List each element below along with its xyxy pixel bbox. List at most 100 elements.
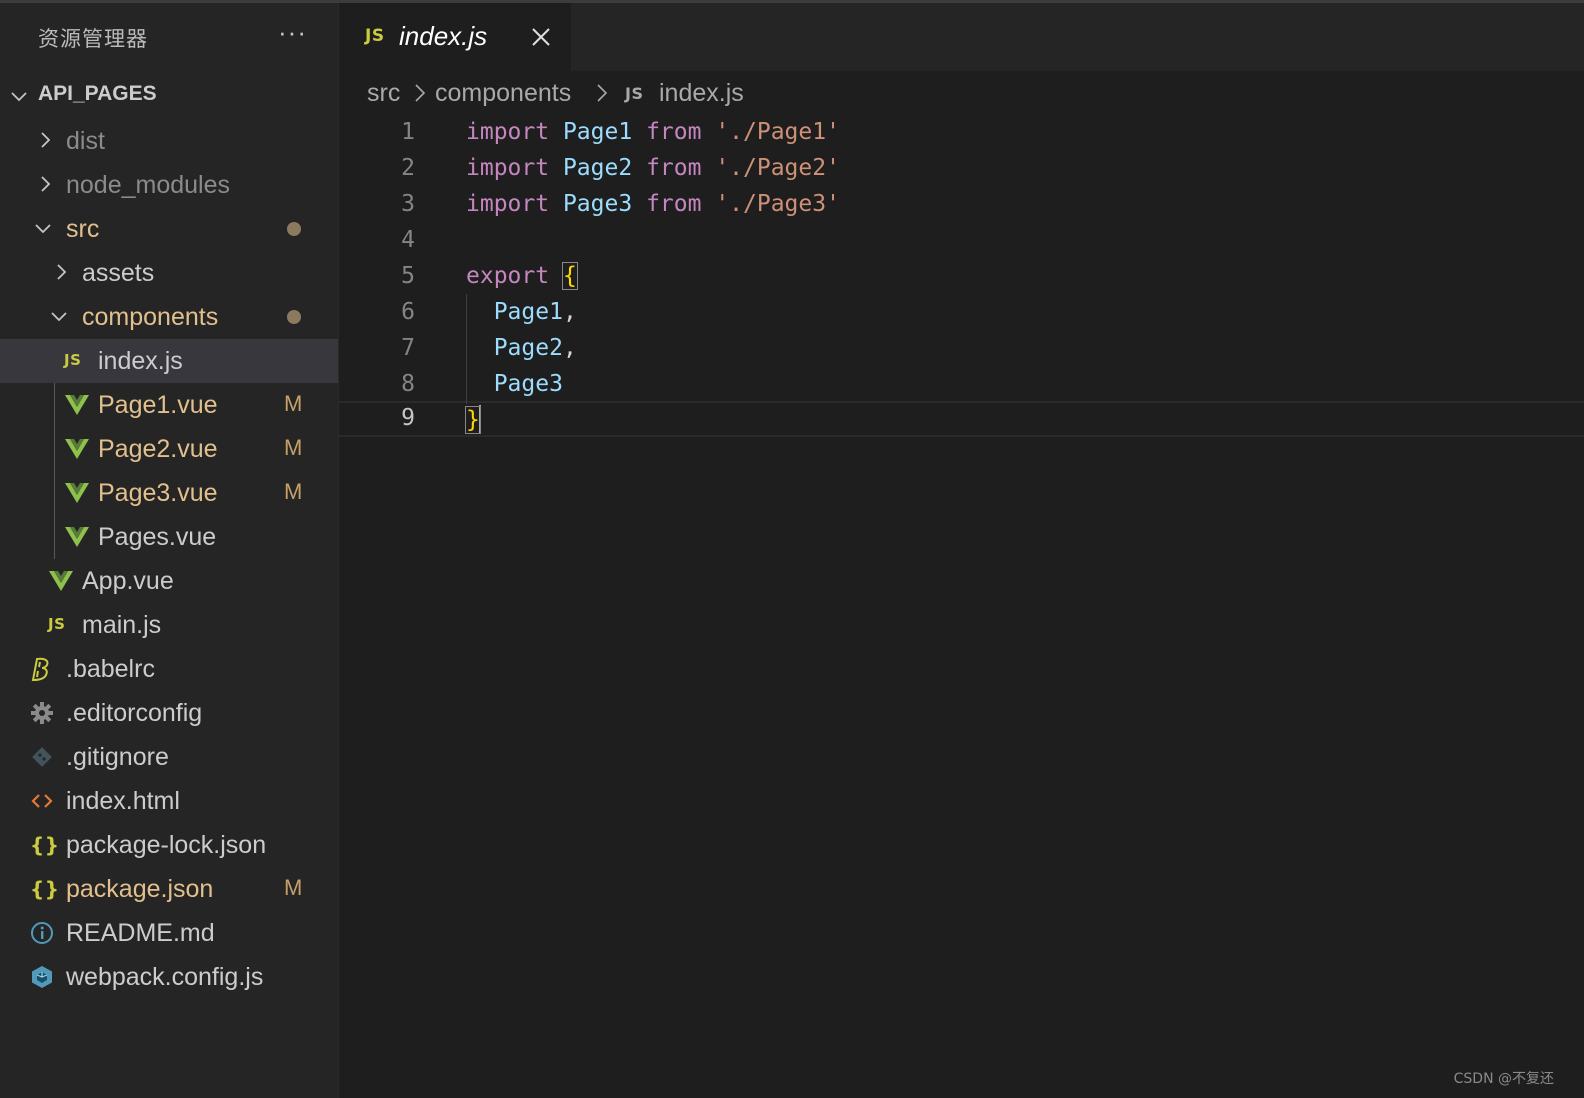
explorer-header: 资源管理器 ··· — [0, 3, 338, 71]
babel-file-icon — [30, 657, 56, 683]
tree-item-package-json[interactable]: {} package.json M — [0, 867, 338, 911]
code-line: 6 Page1, — [339, 295, 1584, 331]
tree-item-webpack-config-js[interactable]: webpack.config.js — [0, 955, 338, 999]
git-status-badge: M — [284, 435, 303, 460]
breadcrumb-item-index-js[interactable]: index.js — [659, 79, 744, 108]
tree-item-label: components — [82, 303, 219, 331]
keyword-token: import — [466, 191, 550, 217]
tree-item-label: main.js — [82, 611, 162, 639]
more-actions-icon[interactable]: ··· — [278, 17, 307, 48]
tree-item-index-js[interactable]: JS index.js — [0, 339, 338, 383]
editor-tab-bar: JS index.js — [339, 3, 1584, 71]
tree-item-editorconfig[interactable]: .editorconfig — [0, 691, 338, 735]
vue-file-icon — [64, 525, 90, 551]
code-line: 4 — [339, 223, 1584, 259]
javascript-file-icon: JS — [64, 351, 82, 369]
line-number: 3 — [401, 191, 415, 217]
breadcrumb: src components JS index.js — [339, 71, 1584, 115]
vue-file-icon — [64, 437, 90, 463]
tree-item-label: src — [66, 215, 100, 243]
chevron-right-icon — [52, 263, 70, 281]
webpack-icon — [30, 965, 56, 991]
tree-item-index-html[interactable]: index.html — [0, 779, 338, 823]
tree-item-label: README.md — [66, 919, 215, 947]
tree-item-pages-vue[interactable]: Pages.vue — [0, 515, 338, 559]
explorer-title: 资源管理器 — [38, 27, 148, 51]
text-cursor — [478, 405, 481, 433]
tree-item-label: .gitignore — [66, 743, 169, 771]
tab-index-js[interactable]: JS index.js — [339, 3, 571, 71]
chevron-down-icon — [10, 87, 28, 105]
json-file-icon: {} — [30, 833, 60, 857]
line-number: 7 — [401, 335, 415, 361]
keyword-token: from — [646, 155, 702, 181]
tree-item-dist[interactable]: dist — [0, 119, 338, 163]
code-line: 8 Page3 — [339, 367, 1584, 403]
code-editor[interactable]: 1 import Page1 from './Page1' 2 import P… — [339, 115, 1584, 1015]
identifier-token: Page2 — [562, 155, 633, 181]
line-number: 6 — [401, 299, 415, 325]
workspace-root-folder[interactable]: API_PAGES — [0, 75, 338, 115]
chevron-right-icon — [595, 83, 609, 108]
tree-item-main-js[interactable]: JS main.js — [0, 603, 338, 647]
tree-item-label: Page2.vue — [98, 435, 218, 463]
workspace-root-label: API_PAGES — [38, 82, 157, 105]
modified-dot-icon — [287, 222, 301, 236]
close-icon[interactable] — [531, 27, 551, 47]
code-line: 2 import Page2 from './Page2' — [339, 151, 1584, 187]
tree-item-assets[interactable]: assets — [0, 251, 338, 295]
tree-item-page1-vue[interactable]: Page1.vue M — [0, 383, 338, 427]
keyword-token: export — [466, 263, 550, 289]
identifier-token: Page3 — [493, 371, 563, 397]
breadcrumb-item-src[interactable]: src — [367, 79, 400, 108]
tab-label: index.js — [399, 21, 488, 51]
git-status-badge: M — [284, 391, 303, 416]
code-text: import Page1 from './Page1' — [466, 119, 840, 145]
code-text: } — [465, 405, 481, 434]
code-line: 3 import Page3 from './Page3' — [339, 187, 1584, 223]
tree-item-node-modules[interactable]: node_modules — [0, 163, 338, 207]
code-text: Page2, — [466, 335, 577, 361]
tree-item-src[interactable]: src — [0, 207, 338, 251]
tree-item-gitignore[interactable]: .gitignore — [0, 735, 338, 779]
chevron-down-icon — [50, 307, 68, 325]
punctuation-token: , — [562, 335, 577, 361]
tree-item-page3-vue[interactable]: Page3.vue M — [0, 471, 338, 515]
line-number: 9 — [401, 405, 415, 431]
code-text: Page1, — [466, 299, 577, 325]
tree-item-label: Page3.vue — [98, 479, 218, 507]
code-indent-guide — [466, 294, 467, 404]
tree-item-package-lock-json[interactable]: {} package-lock.json — [0, 823, 338, 867]
info-icon — [30, 921, 56, 947]
git-status-badge: M — [284, 875, 303, 900]
punctuation-token: , — [562, 299, 577, 325]
javascript-file-icon: JS — [625, 84, 644, 103]
code-line: 5 export { — [339, 259, 1584, 295]
tree-item-label: .editorconfig — [66, 699, 203, 727]
tree-item-label: package.json — [66, 875, 214, 903]
code-line: 7 Page2, — [339, 331, 1584, 367]
tree-item-readme-md[interactable]: README.md — [0, 911, 338, 955]
tree-item-label: node_modules — [66, 171, 231, 199]
tree-item-components[interactable]: components — [0, 295, 338, 339]
javascript-file-icon: JS — [48, 615, 66, 633]
json-file-icon: {} — [30, 877, 60, 901]
line-number: 5 — [401, 263, 415, 289]
breadcrumb-item-components[interactable]: components — [435, 79, 571, 108]
code-text: import Page2 from './Page2' — [466, 155, 840, 181]
identifier-token: Page1 — [562, 119, 633, 145]
tree-item-app-vue[interactable]: App.vue — [0, 559, 338, 603]
line-number: 8 — [401, 371, 415, 397]
code-text: export { — [466, 262, 578, 290]
keyword-token: import — [466, 119, 550, 145]
tree-item-label: Page1.vue — [98, 391, 218, 419]
tree-item-babelrc[interactable]: .babelrc — [0, 647, 338, 691]
file-tree: dist node_modules src assets components … — [0, 119, 338, 999]
tree-item-page2-vue[interactable]: Page2.vue M — [0, 427, 338, 471]
line-number: 2 — [401, 155, 415, 181]
modified-dot-icon — [287, 310, 301, 324]
code-text: Page3 — [466, 371, 563, 397]
html-file-icon — [30, 789, 56, 815]
tree-item-label: Pages.vue — [98, 523, 217, 551]
code-line-current: 9 } — [339, 401, 1584, 437]
